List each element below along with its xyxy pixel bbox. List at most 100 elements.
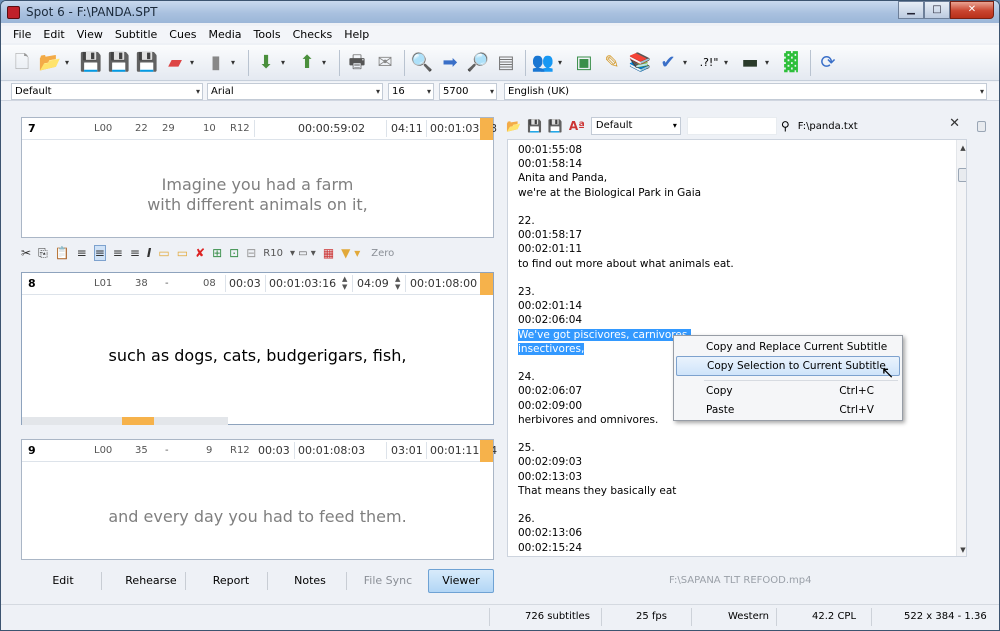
menu-file[interactable]: File	[7, 26, 37, 43]
video-dropdown-icon[interactable]: ▾	[765, 58, 772, 67]
goto-icon[interactable]: ➡	[437, 49, 463, 77]
italic-icon[interactable]: I	[147, 246, 151, 260]
justify-icon[interactable]: ≡	[130, 246, 140, 260]
notebook-icon[interactable]: ▣	[571, 49, 597, 77]
column-dropdown-icon[interactable]: ▾	[231, 58, 238, 67]
menu-copy-selection[interactable]: Copy Selection to Current Subtitle	[676, 356, 900, 376]
subtitle-panel-current[interactable]: 8 L01 38 - 08 00:03 00:01:03:16 ▲ ▼ 04:09…	[21, 272, 494, 425]
zero-button[interactable]: Zero	[371, 248, 394, 259]
cut-icon[interactable]: ✂	[21, 246, 31, 260]
search-icon[interactable]: 🔍	[409, 49, 435, 77]
subtitle-duration[interactable]: 03:01	[391, 444, 423, 457]
export-icon[interactable]: ⬆	[294, 49, 320, 77]
font-select[interactable]: Arial ▾	[207, 83, 383, 100]
dictionary-icon[interactable]: 📚	[627, 49, 653, 77]
style-select[interactable]: Default ▾	[11, 83, 203, 100]
menu-cues[interactable]: Cues	[163, 26, 202, 43]
eraser-dropdown-icon[interactable]: ▾	[190, 58, 197, 67]
save-icon[interactable]: 💾	[78, 49, 104, 77]
save-as-icon[interactable]: 💾	[106, 49, 132, 77]
refresh-icon[interactable]: ⟳	[815, 49, 841, 77]
menu-help[interactable]: Help	[338, 26, 375, 43]
eraser-icon[interactable]: ▰	[162, 49, 188, 77]
paste-icon[interactable]: 📋	[55, 246, 70, 260]
subtitle-duration[interactable]: 04:11	[391, 122, 423, 135]
subtitle-panel-next[interactable]: 9 L00 35 - 9 R12 00:03 00:01:08:03 03:01…	[21, 439, 497, 560]
tab-viewer[interactable]: Viewer	[428, 569, 494, 593]
font-icon[interactable]: Aª	[569, 119, 585, 133]
scroll-up-icon[interactable]: ▲	[957, 142, 966, 154]
timecode-out[interactable]: 00:01:08:00	[410, 277, 477, 290]
subtitle-panel-prev[interactable]: 7 L00 22 29 10 R12 00:00:59:02 04:11 00:…	[21, 117, 497, 238]
menu-view[interactable]: View	[71, 26, 109, 43]
align-left-icon[interactable]: ≡	[77, 246, 87, 260]
pencil-icon[interactable]: ✎	[599, 49, 625, 77]
new-subtitle-icon[interactable]: ⊞	[212, 246, 222, 260]
timecode-in[interactable]: 00:00:59:02	[298, 122, 365, 135]
subtitle-line-edit[interactable]: such as dogs, cats, budgerigars, fish,	[22, 346, 493, 366]
selected-text[interactable]: insectivores,	[518, 342, 585, 355]
menu-copy[interactable]: Copy Ctrl+C	[676, 381, 900, 401]
punctuation-dropdown-icon[interactable]: ▾	[724, 58, 731, 67]
open-dropdown-icon[interactable]: ▾	[65, 58, 72, 67]
close-icon[interactable]: ✕	[949, 116, 960, 131]
viewer-style-select[interactable]: Default ▾	[590, 117, 681, 135]
menu-paste[interactable]: Paste Ctrl+V	[676, 400, 900, 420]
vertical-scrollbar[interactable]: ▲ ▼	[956, 140, 966, 556]
spinner-icon[interactable]: ▲▼	[342, 275, 347, 291]
save-all-icon[interactable]: 💾	[134, 49, 160, 77]
users-icon[interactable]: 👥	[530, 49, 556, 77]
panel-scrollbar[interactable]	[977, 121, 987, 561]
timecode-in[interactable]: 00:01:08:03	[298, 444, 365, 457]
maximize-button[interactable]: □	[924, 1, 950, 19]
align-center-icon[interactable]: ≡	[93, 245, 106, 261]
menu-copy-replace[interactable]: Copy and Replace Current Subtitle	[676, 337, 900, 357]
scroll-thumb[interactable]	[977, 121, 986, 132]
minimize-button[interactable]: ▁	[898, 1, 924, 19]
new-file-icon[interactable]: 🗋	[9, 49, 35, 77]
tab-rehearse[interactable]: Rehearse	[118, 569, 184, 593]
timecode-in[interactable]: 00:01:03:16	[269, 277, 336, 290]
split-icon[interactable]: ⊟	[246, 246, 256, 260]
document-icon[interactable]: ▤	[493, 49, 519, 77]
box-small-icon[interactable]: ▭	[177, 246, 188, 260]
open-folder-icon[interactable]: 📂	[506, 119, 521, 133]
import-dropdown-icon[interactable]: ▾	[281, 58, 288, 67]
find-replace-icon[interactable]: 🔎	[465, 49, 491, 77]
line-dropdown-icon[interactable]: ▾ ▭ ▾	[290, 248, 316, 259]
viewer-search-input[interactable]	[686, 117, 777, 135]
menu-edit[interactable]: Edit	[37, 26, 70, 43]
import-icon[interactable]: ⬇	[253, 49, 279, 77]
tab-file-sync[interactable]: File Sync	[355, 569, 421, 593]
box-icon[interactable]: ▭	[158, 246, 169, 260]
copy-icon[interactable]: ⎘	[38, 246, 48, 261]
delete-icon[interactable]: ✘	[195, 246, 205, 260]
duration-select[interactable]: 5700 ▾	[439, 83, 497, 100]
search-icon[interactable]: ⚲	[781, 119, 790, 133]
scroll-thumb[interactable]	[122, 417, 154, 425]
horizontal-scrollbar[interactable]	[22, 417, 228, 425]
save-icon[interactable]: 💾	[527, 119, 542, 133]
tab-edit[interactable]: Edit	[30, 569, 96, 593]
close-button[interactable]: ✕	[950, 1, 994, 19]
highlight-icon[interactable]: ▼ ▾	[341, 246, 360, 260]
waveform-icon[interactable]: ▓	[778, 49, 804, 77]
language-select[interactable]: English (UK) ▾	[504, 83, 987, 100]
export-dropdown-icon[interactable]: ▾	[322, 58, 329, 67]
insert-subtitle-icon[interactable]: ⊡	[229, 246, 239, 260]
spellcheck-icon[interactable]: ✔	[655, 49, 681, 77]
users-dropdown-icon[interactable]: ▾	[558, 58, 565, 67]
tab-notes[interactable]: Notes	[277, 569, 343, 593]
menu-subtitle[interactable]: Subtitle	[109, 26, 163, 43]
punctuation-icon[interactable]: .?!"	[696, 49, 722, 77]
scroll-thumb[interactable]	[958, 168, 966, 182]
open-folder-icon[interactable]: 📂	[37, 49, 63, 77]
menu-checks[interactable]: Checks	[287, 26, 339, 43]
align-right-icon[interactable]: ≡	[113, 246, 123, 260]
subtitle-duration[interactable]: 04:09	[357, 277, 389, 290]
spellcheck-dropdown-icon[interactable]: ▾	[683, 58, 690, 67]
print-icon[interactable]: 🖶	[344, 49, 370, 77]
color-grid-icon[interactable]: ▦	[323, 246, 334, 260]
tab-report[interactable]: Report	[198, 569, 264, 593]
email-icon[interactable]: ✉	[372, 49, 398, 77]
